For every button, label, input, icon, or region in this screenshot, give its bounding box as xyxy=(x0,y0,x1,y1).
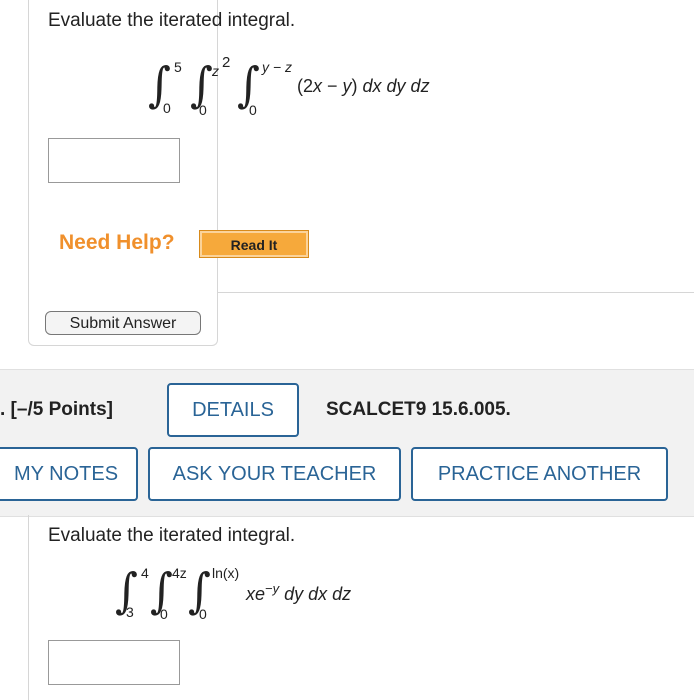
middle-lower-limit: 0 xyxy=(160,606,168,622)
read-it-button[interactable]: Read It xyxy=(199,230,309,258)
inner-lower-limit: 0 xyxy=(249,102,257,118)
problem-code: SCALCET9 15.6.005. xyxy=(326,399,511,420)
points-label: . [–/5 Points] xyxy=(0,399,113,420)
middle-lower-limit: 0 xyxy=(199,102,207,118)
middle-upper-exponent: 2 xyxy=(222,54,231,71)
outer-upper-limit: 4 xyxy=(141,565,149,581)
answer-input-1[interactable] xyxy=(48,138,180,183)
inner-upper-limit: ln(x) xyxy=(212,565,240,581)
integrand: (2x − y) dx dy dz xyxy=(297,76,430,96)
middle-upper-limit: 4z xyxy=(172,565,187,581)
integrand: xe−y dy dx dz xyxy=(246,581,352,604)
practice-another-button[interactable]: PRACTICE ANOTHER xyxy=(411,447,668,501)
outer-lower-limit: 3 xyxy=(126,604,134,620)
inner-lower-limit: 0 xyxy=(199,606,207,622)
question-1-prompt: Evaluate the iterated integral. xyxy=(48,10,296,31)
submit-answer-button[interactable]: Submit Answer xyxy=(45,311,201,335)
middle-upper-limit: z xyxy=(212,63,219,79)
outer-lower-limit: 0 xyxy=(163,100,171,116)
need-help-label: Need Help? xyxy=(59,231,175,254)
my-notes-button[interactable]: MY NOTES xyxy=(0,447,138,501)
outer-upper-limit: 5 xyxy=(174,59,182,75)
question-2-card-edge xyxy=(28,515,29,700)
details-button[interactable]: DETAILS xyxy=(167,383,299,437)
ask-your-teacher-button[interactable]: ASK YOUR TEACHER xyxy=(148,447,401,501)
card-divider xyxy=(218,292,694,293)
question-2-prompt: Evaluate the iterated integral. xyxy=(48,525,296,546)
answer-input-2[interactable] xyxy=(48,640,180,685)
inner-upper-limit: y − z xyxy=(262,59,292,75)
